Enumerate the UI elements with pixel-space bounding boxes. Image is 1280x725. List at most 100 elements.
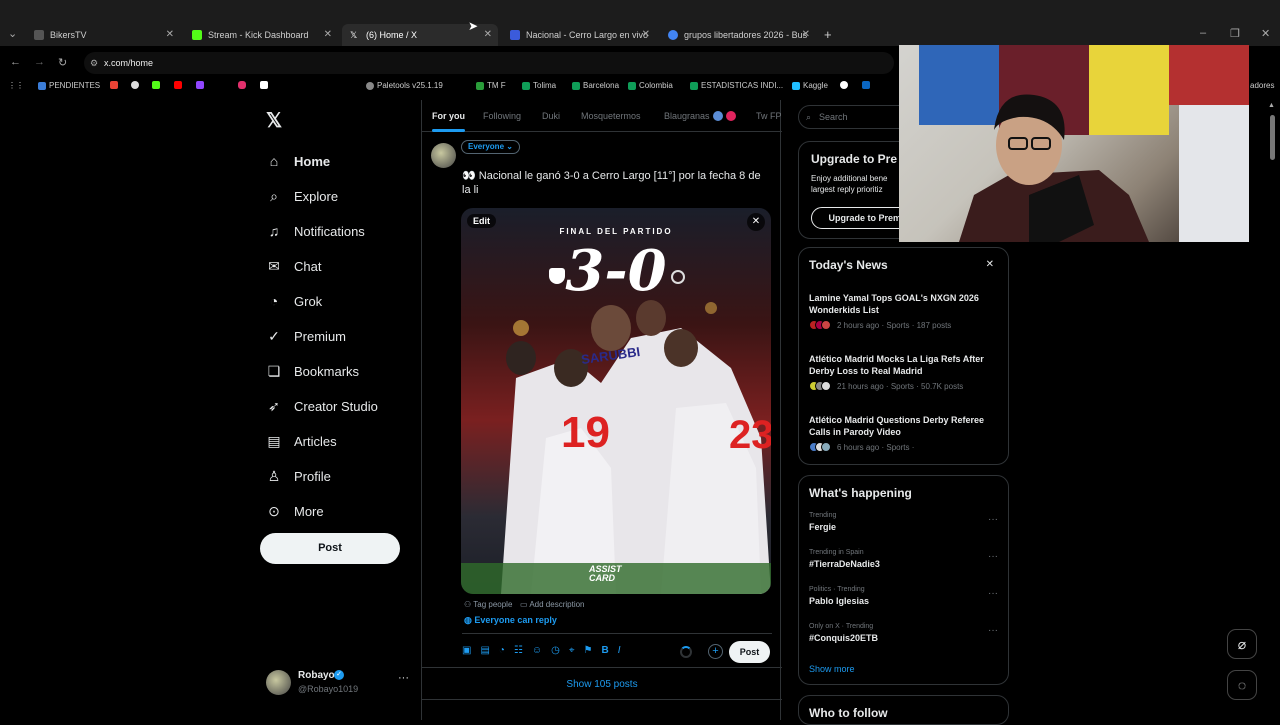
bookmark-paletools[interactable]: Paletools v25.1.19: [366, 81, 443, 90]
bookmark-gmail-icon[interactable]: [110, 81, 118, 89]
tab-blaugranas[interactable]: Blaugranas: [664, 111, 710, 121]
image-edit-button[interactable]: Edit: [467, 214, 496, 228]
tab-duki[interactable]: Duki: [542, 111, 560, 121]
tab-bikerstv[interactable]: BikersTV ✕: [26, 24, 180, 46]
bookmark-pendientes[interactable]: PENDIENTES: [38, 81, 100, 90]
bookmark-kick-icon[interactable]: [152, 81, 160, 89]
minimize-icon[interactable]: –: [1200, 27, 1206, 39]
bookmark-estadisticas[interactable]: ESTADISTICAS INDI...: [690, 81, 783, 90]
url-field[interactable]: ⚙ x.com/home: [84, 52, 894, 74]
bold-icon[interactable]: B: [601, 645, 608, 656]
x-logo-icon[interactable]: 𝕏: [266, 108, 282, 133]
nav-item-home[interactable]: ⌂ Home: [266, 153, 330, 169]
submit-post-button[interactable]: Post: [729, 641, 770, 663]
page-scrollbar[interactable]: ▲: [1268, 100, 1276, 720]
tab-following[interactable]: Following: [483, 111, 521, 121]
bookmark-twitch-icon[interactable]: [196, 81, 204, 89]
media-icon[interactable]: ▣: [462, 645, 471, 656]
nav-item-grok[interactable]: ◔ Grok: [266, 293, 322, 309]
bookmark-tiktok-icon[interactable]: [260, 81, 268, 89]
trend-item[interactable]: Trending Fergie ···: [809, 512, 1004, 532]
news-item[interactable]: Atlético Madrid Questions Derby Referee …: [809, 414, 1004, 452]
rocket-icon: ➶: [268, 398, 280, 414]
bookmark-colombia[interactable]: Colombia: [628, 81, 673, 90]
bookmark-linkedin-icon[interactable]: [862, 81, 870, 89]
restore-icon[interactable]: ❐: [1230, 27, 1240, 40]
more-icon[interactable]: ···: [398, 672, 409, 684]
new-tab-button[interactable]: +: [824, 27, 832, 42]
close-icon[interactable]: ✕: [324, 29, 332, 40]
news-item[interactable]: Lamine Yamal Tops GOAL's NXGN 2026 Wonde…: [809, 292, 1004, 330]
gif-icon[interactable]: ▤: [480, 645, 489, 656]
reload-icon[interactable]: ↻: [58, 56, 67, 69]
bookmark-youtube-icon[interactable]: [174, 81, 182, 89]
nav-item-premium[interactable]: ✓ Premium: [266, 328, 346, 344]
nav-item-creator-studio[interactable]: ➶ Creator Studio: [266, 398, 378, 414]
more-icon[interactable]: ···: [988, 514, 998, 525]
poll-icon[interactable]: ☷: [514, 645, 523, 656]
search-icon: ⌕: [806, 112, 812, 122]
composer-textarea[interactable]: 👀 Nacional le ganó 3-0 a Cerro Largo [11…: [462, 169, 772, 197]
flag-icon[interactable]: ⚑: [584, 645, 593, 656]
italic-icon[interactable]: I: [618, 645, 621, 656]
nav-item-articles[interactable]: ▤ Articles: [266, 433, 336, 449]
apps-icon[interactable]: ⋮⋮: [8, 81, 24, 90]
scroll-up-icon[interactable]: ▲: [1268, 102, 1275, 109]
bookmark-kaggle[interactable]: Kaggle: [792, 81, 828, 90]
tab-search-button[interactable]: ⌄: [8, 27, 17, 40]
news-item[interactable]: Atlético Madrid Mocks La Liga Refs After…: [809, 353, 1004, 391]
bookmark-tolima[interactable]: Tolima: [522, 81, 556, 90]
more-icon[interactable]: ···: [988, 551, 998, 562]
sheets-icon: [572, 81, 580, 90]
nav-item-bookmarks[interactable]: ❏ Bookmarks: [266, 363, 359, 379]
audience-selector[interactable]: Everyone ⌄: [461, 140, 520, 154]
tab-mosquetermos[interactable]: Mosquetermos: [581, 111, 641, 121]
trend-item[interactable]: Trending in Spain #TierraDeNadie3 ···: [809, 549, 1004, 569]
scroll-thumb[interactable]: [1270, 115, 1275, 160]
show-new-posts[interactable]: Show 105 posts: [422, 667, 782, 700]
location-icon[interactable]: ⌖: [569, 645, 575, 656]
close-icon[interactable]: ✕: [484, 29, 492, 40]
tab-nacional-cerro-largo[interactable]: Nacional - Cerro Largo en vivo ✕: [502, 24, 656, 46]
close-icon[interactable]: ✕: [802, 29, 810, 40]
post-button[interactable]: Post: [260, 533, 400, 564]
more-icon[interactable]: ···: [988, 588, 998, 599]
nav-item-more[interactable]: ⊙ More: [266, 503, 324, 519]
close-icon[interactable]: ✕: [986, 259, 994, 270]
show-more-link[interactable]: Show more: [809, 664, 855, 674]
bookmark-barcelona[interactable]: Barcelona: [572, 81, 619, 90]
happening-title: What's happening: [809, 486, 912, 500]
bookmark-github-icon[interactable]: [840, 81, 848, 89]
tab-google-search[interactable]: grupos libertadores 2026 - Bus ✕: [660, 24, 816, 46]
close-icon[interactable]: ✕: [166, 29, 174, 40]
reply-settings-button[interactable]: ◍ Everyone can reply: [464, 615, 557, 626]
forward-icon[interactable]: →: [34, 56, 45, 68]
bookmark-tmf[interactable]: TM F: [476, 81, 506, 90]
grok-float-button[interactable]: ⌀: [1227, 629, 1257, 659]
add-description-button[interactable]: ▭ Add description: [520, 600, 585, 609]
nav-item-profile[interactable]: ♙ Profile: [266, 468, 331, 484]
messages-float-button[interactable]: ◌: [1227, 670, 1257, 700]
more-icon[interactable]: ···: [988, 625, 998, 636]
add-post-icon[interactable]: +: [708, 644, 723, 659]
trend-item[interactable]: Politics · Trending Pablo Iglesias ···: [809, 586, 1004, 606]
nav-item-notifications[interactable]: ♫ Notifications: [266, 223, 365, 239]
site-info-icon[interactable]: ⚙: [90, 52, 98, 74]
bookmark-chess-icon[interactable]: [131, 81, 139, 89]
emoji-icon[interactable]: ☺: [532, 645, 542, 656]
bookmark-instagram-icon[interactable]: [238, 81, 246, 89]
tab-tw-fp[interactable]: Tw FP: [756, 111, 782, 121]
back-icon[interactable]: ←: [10, 56, 21, 68]
tag-people-button[interactable]: ⚇ Tag people: [464, 600, 512, 609]
close-icon[interactable]: ✕: [642, 29, 650, 40]
account-switcher[interactable]: Robayo ✓ @Robayo1019 ···: [266, 668, 416, 698]
window-close-icon[interactable]: ✕: [1261, 27, 1270, 40]
tab-for-you[interactable]: For you: [432, 111, 465, 121]
nav-item-chat[interactable]: ✉ Chat: [266, 258, 321, 274]
grok-icon[interactable]: ◔: [499, 645, 505, 656]
tab-kick-dashboard[interactable]: Stream - Kick Dashboard ✕: [184, 24, 338, 46]
trend-item[interactable]: Only on X · Trending #Conquis20ETB ···: [809, 623, 1004, 643]
bookmark-overflow[interactable]: adores: [1250, 81, 1274, 90]
schedule-icon[interactable]: ◷: [551, 645, 560, 656]
nav-item-explore[interactable]: ⌕ Explore: [266, 188, 338, 204]
